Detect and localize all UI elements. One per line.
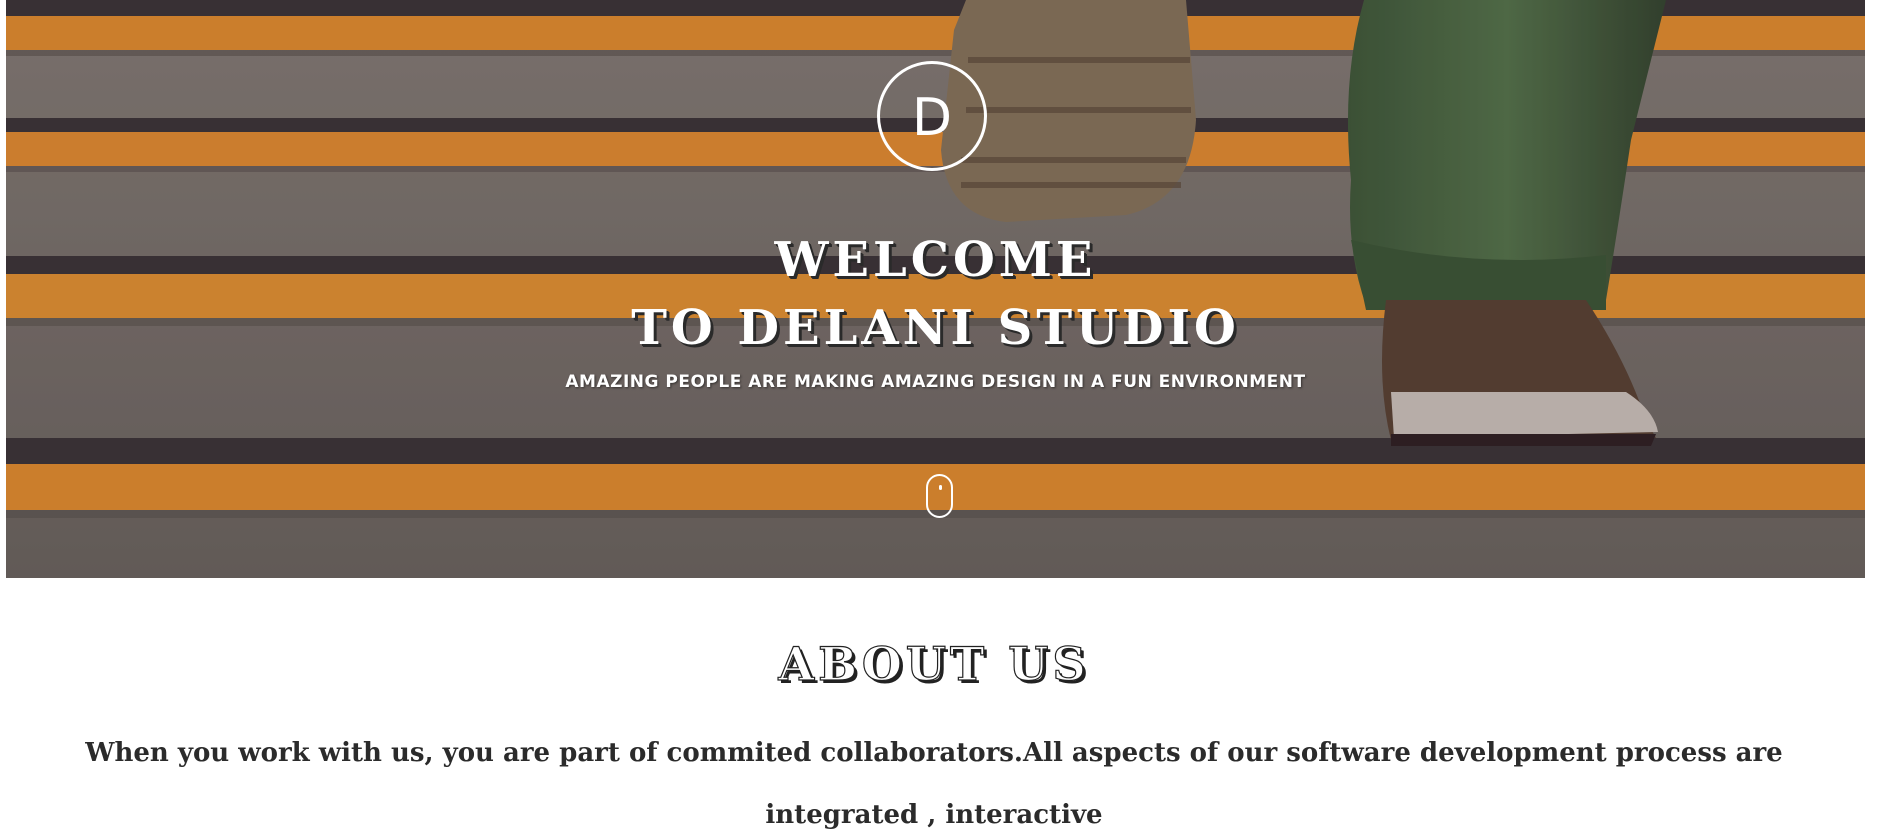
studio-logo[interactable]: D [877,61,987,171]
about-title: ABOUT US [778,636,1090,691]
hero-title-line1: WELCOME [774,232,1097,288]
hero-title-line2: TO DELANI STUDIO [631,300,1240,356]
about-text: When you work with us, you are part of c… [85,738,1783,830]
hero-subtitle: AMAZING PEOPLE ARE MAKING AMAZING DESIGN… [565,372,1306,392]
mouse-scroll-icon[interactable] [926,474,953,518]
hero-banner: D WELCOME TO DELANI STUDIO AMAZING PEOPL… [6,0,1865,578]
logo-letter: D [911,88,953,148]
